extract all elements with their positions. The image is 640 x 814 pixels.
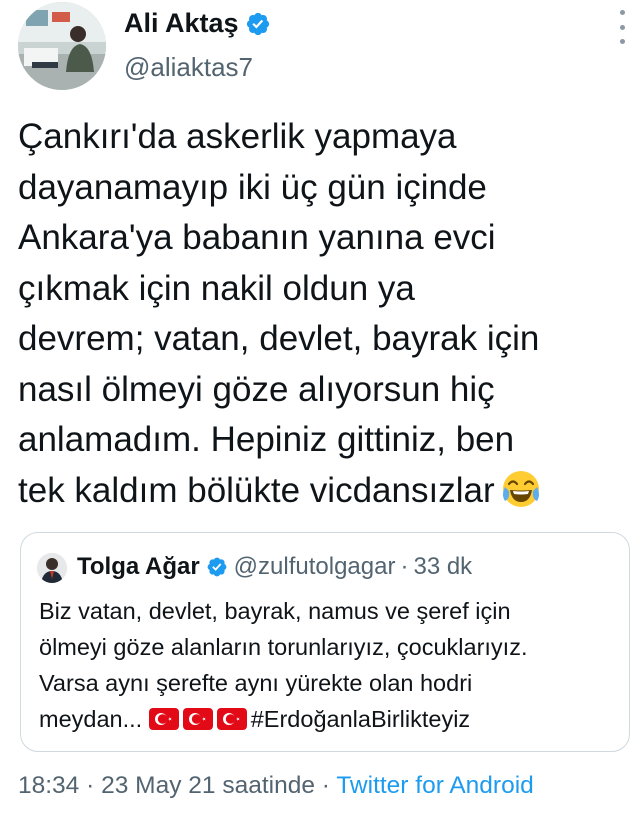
hashtag-link[interactable]: #ErdoğanlaBirlikteyiz bbox=[251, 706, 470, 732]
quoted-handle[interactable]: @zulfutolgagar bbox=[234, 553, 396, 581]
tweet-text-line: çıkmak için nakil oldun ya bbox=[18, 268, 415, 308]
turkey-flag-icon bbox=[182, 704, 213, 730]
quoted-text-prefix: meydan... bbox=[39, 706, 143, 732]
quoted-text: Biz vatan, devlet, bayrak, namus ve şere… bbox=[39, 593, 619, 737]
tweet-metadata: 18:34 · 23 May 21 saatinde · Twitter for… bbox=[18, 772, 534, 800]
tweet-text-line: devrem; vatan, devlet, bayrak için bbox=[18, 319, 540, 358]
face-with-tears-of-joy-icon bbox=[501, 469, 541, 509]
tweet-time[interactable]: 18:34 bbox=[18, 772, 79, 799]
quoted-text-line: ölmeyi göze alanların torunlarıyız, çocu… bbox=[39, 634, 528, 660]
more-options-icon[interactable] bbox=[612, 10, 632, 44]
verified-badge-icon bbox=[206, 556, 228, 578]
tweet-text-line: Çankırı'da askerlik yapmaya bbox=[18, 117, 457, 156]
quoted-text-line: Varsa aynı şerefte aynı yürekte olan hod… bbox=[39, 670, 473, 696]
quoted-header: Tolga Ağar @zulfutolgagar · 33 dk bbox=[77, 553, 472, 581]
tweet-text-line: dayanamayıp iki üç gün içinde bbox=[18, 167, 487, 207]
verified-badge-icon bbox=[245, 11, 271, 37]
separator-dot: · bbox=[400, 553, 409, 580]
quoted-author-avatar[interactable] bbox=[37, 553, 67, 583]
turkey-flag-icon bbox=[148, 704, 179, 730]
tweet-text-line: tek kaldım bölükte vicdansızlar bbox=[18, 470, 495, 510]
tweet-text-last-line: tek kaldım bölükte vicdansızlar bbox=[18, 466, 628, 517]
quoted-text-last-line: meydan... #ErdoğanlaBirlikteyiz bbox=[39, 701, 619, 737]
quoted-timestamp[interactable]: 33 dk bbox=[413, 553, 472, 581]
separator-dot: · bbox=[86, 772, 95, 799]
author-handle[interactable]: @aliaktas7 bbox=[124, 52, 253, 83]
turkey-flag-icon bbox=[216, 704, 247, 730]
author-name-row: Ali Aktaş bbox=[124, 8, 271, 39]
tweet-text-line: nasıl ölmeyi göze alıyorsun hiç bbox=[18, 369, 495, 409]
tweet-detail: Ali Aktaş @aliaktas7 Çankırı'da askerlik… bbox=[0, 0, 640, 814]
separator-dot: · bbox=[321, 772, 330, 799]
quoted-tweet-card[interactable]: Tolga Ağar @zulfutolgagar · 33 dk Biz va… bbox=[20, 532, 630, 752]
quoted-display-name[interactable]: Tolga Ağar bbox=[77, 553, 200, 581]
author-display-name[interactable]: Ali Aktaş bbox=[124, 8, 239, 39]
tweet-text: Çankırı'da askerlik yapmaya dayanamayıp … bbox=[18, 112, 628, 516]
tweet-text-line: Ankara'ya babanın yanına evci bbox=[18, 218, 496, 257]
author-avatar[interactable] bbox=[18, 2, 106, 90]
tweet-date[interactable]: 23 May 21 saatinde bbox=[101, 772, 315, 799]
quoted-text-line: Biz vatan, devlet, bayrak, namus ve şere… bbox=[39, 598, 511, 624]
tweet-text-line: anlamadım. Hepiniz gittiniz, ben bbox=[18, 420, 515, 459]
tweet-source-link[interactable]: Twitter for Android bbox=[336, 772, 533, 799]
